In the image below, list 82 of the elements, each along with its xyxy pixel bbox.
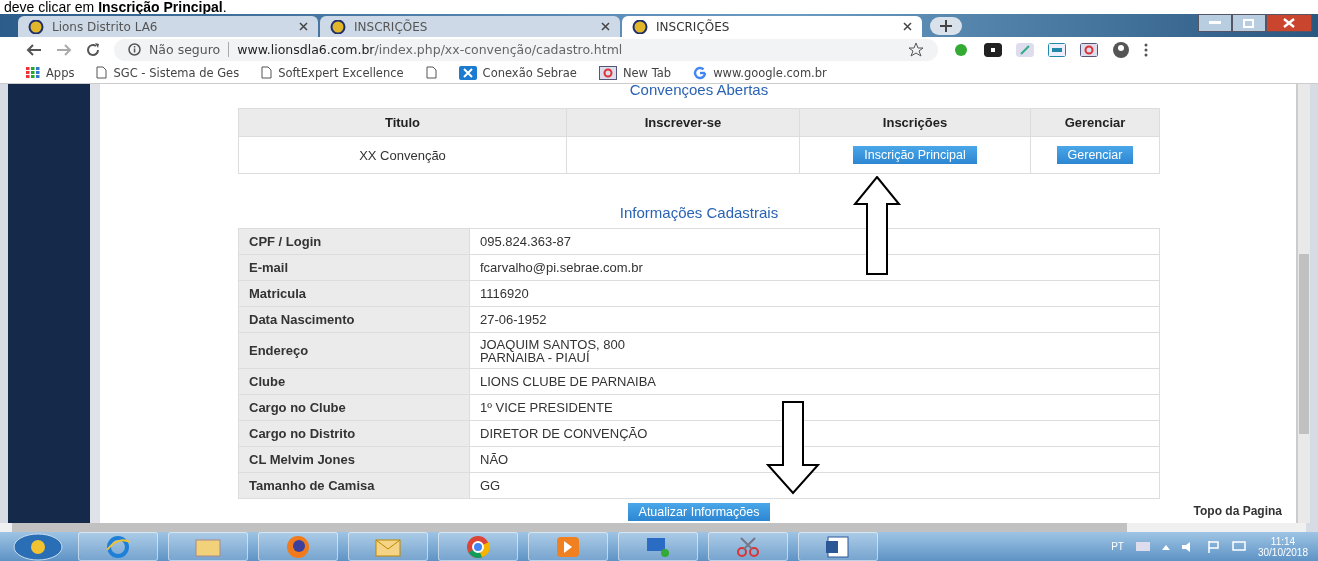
section-title: Convençoes Abertas (629, 84, 769, 96)
column-header: Titulo (238, 108, 567, 137)
monitor-icon (645, 535, 671, 558)
document-w-icon (825, 535, 851, 558)
field-value: 27-06-1952 (469, 306, 1160, 333)
browser-tab[interactable]: INSCRIÇÕES (320, 16, 620, 37)
top-link[interactable]: Topo da Pagina (1193, 504, 1282, 518)
taskbar-app[interactable] (798, 532, 878, 561)
browser-tab[interactable]: Lions Distrito LA6 (18, 16, 318, 37)
page-icon (261, 66, 273, 79)
play-icon (556, 535, 580, 558)
restore-icon (1243, 18, 1255, 28)
address-bar[interactable]: Não seguro www.lionsdla6.com.br/index.php/xx-convenção/cadastro.html (114, 38, 938, 61)
apps-grid-icon (26, 66, 40, 79)
column-header: Gerenciar (1030, 108, 1160, 137)
minimize-button[interactable] (1198, 14, 1232, 32)
info-icon (128, 43, 141, 56)
chrome-icon (466, 534, 490, 559)
field-label: CL Melvim Jones (238, 446, 470, 473)
bookmark[interactable]: New Tab (598, 65, 672, 80)
menu-icon[interactable] (1144, 42, 1148, 57)
section-title: Informações Cadastrais (619, 204, 779, 221)
document-text: deve clicar em Inscrição Principal. (3, 0, 228, 14)
taskbar-app[interactable] (618, 532, 698, 561)
back-icon[interactable] (26, 42, 42, 57)
column-header: Inscrições (799, 108, 1031, 137)
account-icon[interactable] (1112, 40, 1130, 59)
security-label: Não seguro (149, 42, 230, 57)
column-header: Inscrever-se (566, 108, 800, 137)
taskbar-app[interactable] (258, 532, 338, 561)
table-cell: XX Convenção (238, 136, 567, 174)
field-label: Cargo no Clube (238, 394, 470, 421)
scissors-icon (735, 535, 761, 558)
forward-icon[interactable] (56, 42, 72, 57)
x-logo-icon (458, 65, 477, 80)
google-g-icon (693, 65, 708, 80)
newtab-icon (598, 65, 617, 80)
reload-icon[interactable] (86, 42, 100, 57)
taskbar-app[interactable] (708, 532, 788, 561)
field-value: 1116920 (469, 280, 1160, 307)
page-icon (425, 66, 437, 79)
field-label: CPF / Login (238, 228, 470, 255)
browser-e-icon (105, 535, 131, 558)
field-label: Data Nascimento (238, 306, 470, 333)
field-label: Cargo no Distrito (238, 420, 470, 447)
bookmark[interactable]: SGC - Sistema de Ges (96, 65, 240, 80)
new-tab-button[interactable] (930, 17, 962, 35)
horizontal-scrollbar[interactable] (0, 523, 1306, 532)
extension-icon[interactable] (984, 42, 1002, 57)
extension-icon[interactable] (1080, 42, 1098, 57)
close-tab-icon[interactable] (601, 22, 610, 31)
envelope-icon (375, 536, 401, 557)
star-icon[interactable] (908, 41, 924, 58)
bookmark[interactable]: Conexão Sebrae (458, 65, 577, 80)
restore-button[interactable] (1232, 14, 1266, 32)
close-icon (1283, 18, 1295, 28)
field-value: LIONS CLUBE DE PARNAIBA (469, 368, 1160, 395)
browser-tab[interactable]: INSCRIÇÕES (622, 16, 922, 37)
bookmark[interactable]: SoftExpert Excellence (261, 65, 404, 80)
plus-icon (940, 20, 952, 32)
close-tab-icon[interactable] (903, 22, 912, 31)
bookmark[interactable]: www.google.com.br (693, 65, 827, 80)
bookmark[interactable]: Apps (26, 65, 75, 80)
field-label: Matricula (238, 280, 470, 307)
field-label: Clube (238, 368, 470, 395)
vertical-scrollbar[interactable] (1297, 84, 1310, 523)
folder-icon (195, 536, 221, 557)
field-value: JOAQUIM SANTOS, 800 PARNAIBA - PIAUÍ (469, 332, 1160, 369)
taskbar-app[interactable] (438, 532, 518, 561)
taskbar-app[interactable] (78, 532, 158, 561)
field-label: Tamanho de Camisa (238, 472, 470, 499)
close-button[interactable] (1266, 14, 1312, 32)
field-value: 095.824.363-87 (469, 228, 1160, 255)
network-icon[interactable] (1231, 540, 1246, 553)
field-label: Endereço (238, 332, 470, 369)
minimize-icon (1209, 21, 1221, 25)
field-label: E-mail (238, 254, 470, 281)
url-text: www.lionsdla6.com.br/index.php/xx-convenção/cadastro.html (237, 42, 624, 57)
page-icon (96, 66, 108, 79)
flag-icon[interactable] (1207, 540, 1220, 553)
close-tab-icon[interactable] (299, 22, 308, 31)
chevron-up-icon[interactable] (1161, 543, 1170, 550)
